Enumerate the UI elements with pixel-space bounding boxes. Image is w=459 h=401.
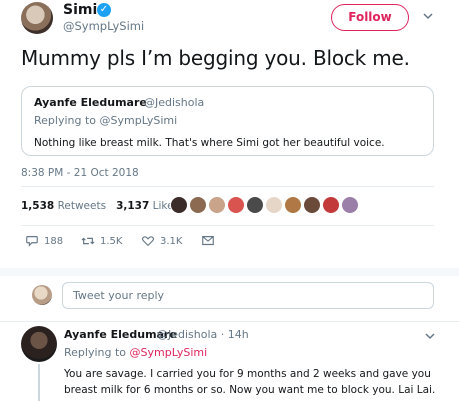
user-avatar [32, 285, 52, 305]
verified-icon: ✓ [97, 3, 111, 17]
quoted-tweet[interactable]: Ayanfe Eledumare @Jedishola Replying to … [21, 86, 434, 156]
avatar[interactable] [303, 196, 321, 214]
reply-action[interactable]: 188 [25, 234, 63, 248]
retweet-count: 1.5K [100, 235, 123, 247]
reply-replying-handle[interactable]: @SympLySimi [130, 346, 208, 359]
chevron-down-icon[interactable] [424, 330, 436, 345]
quoted-text: Nothing like breast milk. That's where S… [34, 137, 385, 149]
stats-row: 1,538 Retweets 3,137 Likes [21, 200, 179, 212]
heart-icon [141, 236, 155, 247]
avatar[interactable] [341, 196, 359, 214]
retweet-icon [81, 237, 95, 245]
thread-line [38, 364, 40, 401]
direct-message-action[interactable] [201, 234, 215, 248]
message-icon [202, 236, 214, 246]
divider [0, 321, 459, 322]
quoted-replying-to: Replying to @SympLySimi [34, 114, 177, 127]
quoted-replying-prefix: Replying to [34, 114, 100, 127]
retweets-count[interactable]: 1,538 [21, 200, 54, 212]
retweets-label[interactable]: Retweets [58, 200, 107, 212]
avatar[interactable] [265, 196, 283, 214]
reply-replying-prefix: Replying to [64, 346, 130, 359]
divider [21, 186, 434, 187]
avatar[interactable] [246, 196, 264, 214]
author-avatar[interactable] [21, 2, 53, 34]
chevron-down-icon[interactable] [422, 10, 434, 22]
reply-replying-to: Replying to @SympLySimi [64, 346, 207, 359]
avatar[interactable] [322, 196, 340, 214]
avatar[interactable] [170, 196, 188, 214]
divider [21, 225, 434, 226]
quoted-author-handle: @Jedishola [144, 96, 205, 109]
tweet-header: Simi ✓ @SympLySimi Follow [0, 0, 459, 38]
tweet-timestamp[interactable]: 8:38 PM - 21 Oct 2018 [21, 167, 139, 179]
reply-text: You are savage. I carried you for 9 mont… [64, 368, 436, 396]
quoted-author-name: Ayanfe Eledumare [34, 96, 147, 109]
tweet-text: Mummy pls I’m begging you. Block me. [21, 46, 410, 70]
like-count: 3.1K [160, 235, 183, 247]
reply-count: 188 [44, 235, 64, 247]
follow-button[interactable]: Follow [331, 4, 409, 31]
reply-icon [26, 236, 38, 247]
avatar[interactable] [189, 196, 207, 214]
like-action[interactable]: 3.1K [141, 234, 182, 248]
reply-author-avatar[interactable] [21, 326, 57, 362]
avatar[interactable] [284, 196, 302, 214]
avatar[interactable] [227, 196, 245, 214]
quoted-replying-handle: @SympLySimi [99, 114, 178, 127]
avatar[interactable] [208, 196, 226, 214]
section-separator [0, 268, 459, 276]
author-handle[interactable]: @SympLySimi [63, 19, 144, 33]
retweet-action[interactable]: 1.5K [81, 234, 122, 248]
author-name[interactable]: Simi [63, 2, 97, 18]
likes-count[interactable]: 3,137 [116, 200, 149, 212]
reply-author-handle-time[interactable]: @Jedishola · 14h [157, 328, 249, 341]
reply-input[interactable]: Tweet your reply [62, 282, 434, 309]
reply-composer: Tweet your reply [0, 276, 459, 318]
